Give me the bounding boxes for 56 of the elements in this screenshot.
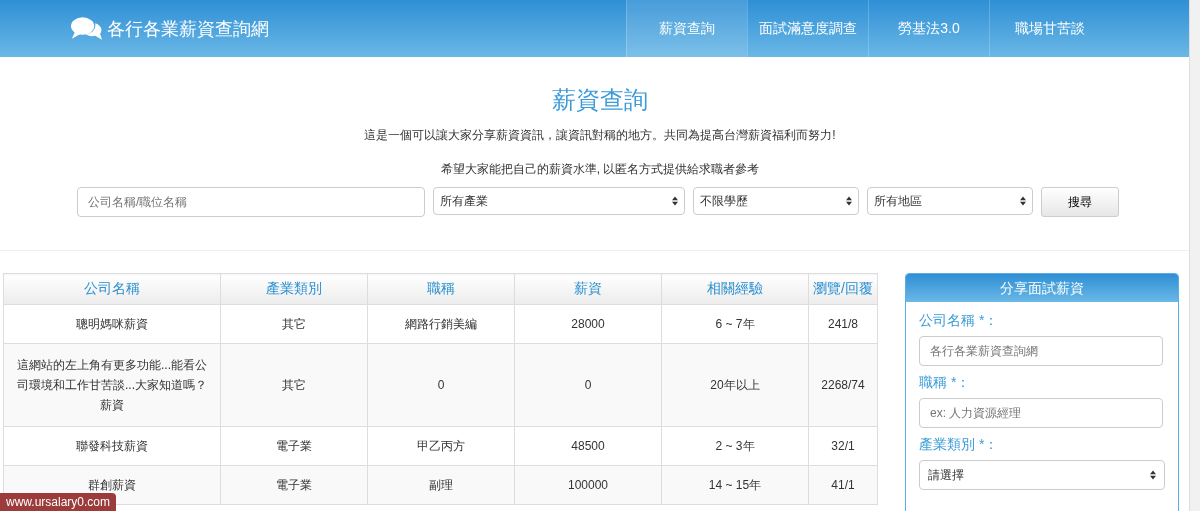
table-cell: 電子業 (220, 465, 368, 505)
table-cell: 網路行銷美編 (367, 304, 515, 344)
up-down-caret-icon (846, 196, 852, 206)
filter-dropdown[interactable]: 所有地區 (867, 187, 1033, 215)
up-down-caret-icon (1020, 196, 1026, 206)
table-cell: 48500 (514, 426, 662, 466)
table-cell: 副理 (367, 465, 515, 505)
table-cell: 32/1 (808, 426, 878, 466)
site-title[interactable]: 各行各業薪資查詢網 (107, 16, 269, 41)
column-header[interactable]: 職稱 (367, 273, 515, 305)
table-cell: 20年以上 (661, 343, 809, 427)
table-cell: 2268/74 (808, 343, 878, 427)
table-cell[interactable]: 聯發科技薪資 (3, 426, 221, 466)
table-cell: 電子業 (220, 426, 368, 466)
table-cell: 241/8 (808, 304, 878, 344)
table-cell: 0 (367, 343, 515, 427)
table-cell[interactable]: 聰明媽咪薪資 (3, 304, 221, 344)
scrollbar[interactable] (1189, 0, 1200, 511)
nav-link[interactable]: 薪資查詢 (626, 0, 747, 57)
nav-link[interactable]: 職場甘苦談 (989, 0, 1110, 57)
up-down-caret-icon (672, 196, 678, 206)
field-label: 職稱 *： (919, 374, 972, 392)
filter-dropdown[interactable]: 所有產業 (433, 187, 685, 215)
table-cell: 其它 (220, 304, 368, 344)
table-cell: 甲乙丙方 (367, 426, 515, 466)
column-header[interactable]: 產業類別 (220, 273, 368, 305)
input-field[interactable]: ex: 人力資源經理 (919, 398, 1163, 428)
input-field[interactable]: 各行各業薪資查詢網 (919, 336, 1163, 366)
field-label: 公司名稱 *： (919, 312, 1000, 330)
status-url-tooltip: www.ursalary0.com (0, 493, 117, 511)
column-header[interactable]: 薪資 (514, 273, 662, 305)
page-title: 薪資查詢 (552, 85, 648, 115)
table-cell: 0 (514, 343, 662, 427)
table-cell: 2 ~ 3年 (661, 426, 809, 466)
search-button[interactable]: 搜尋 (1041, 187, 1119, 217)
search-field[interactable]: 公司名稱/職位名稱 (77, 187, 425, 217)
table-cell[interactable]: 這網站的左上角有更多功能...能看公司環境和工作甘苦談...大家知道嗎？薪資 (3, 343, 221, 427)
table-cell: 41/1 (808, 465, 878, 505)
select-field[interactable]: 請選擇 (919, 460, 1165, 490)
field-label: 產業類別 *： (919, 436, 1000, 454)
column-header[interactable]: 相關經驗 (661, 273, 809, 305)
table-cell: 100000 (514, 465, 662, 505)
intro-text: 這是一個可以讓大家分享薪資資訊，讓資訊對稱的地方。共同為提高台灣薪資福利而努力! (364, 127, 836, 143)
nav-link[interactable]: 勞基法3.0 (868, 0, 989, 57)
up-down-caret-icon (1150, 470, 1156, 480)
table-cell: 14 ~ 15年 (661, 465, 809, 505)
table-cell: 28000 (514, 304, 662, 344)
filter-dropdown[interactable]: 不限學歷 (693, 187, 859, 215)
column-header[interactable]: 公司名稱 (3, 273, 221, 305)
table-cell: 6 ~ 7年 (661, 304, 809, 344)
column-header[interactable]: 瀏覽/回覆 (808, 273, 878, 305)
nav-link[interactable]: 面試滿意度調查 (747, 0, 868, 57)
panel-header: 分享面試薪資 (906, 274, 1178, 302)
chat-bubbles-icon (70, 15, 103, 42)
intro-text: 希望大家能把自己的薪資水準, 以匿名方式提供給求職者參考 (440, 161, 760, 177)
table-cell: 其它 (220, 343, 368, 427)
